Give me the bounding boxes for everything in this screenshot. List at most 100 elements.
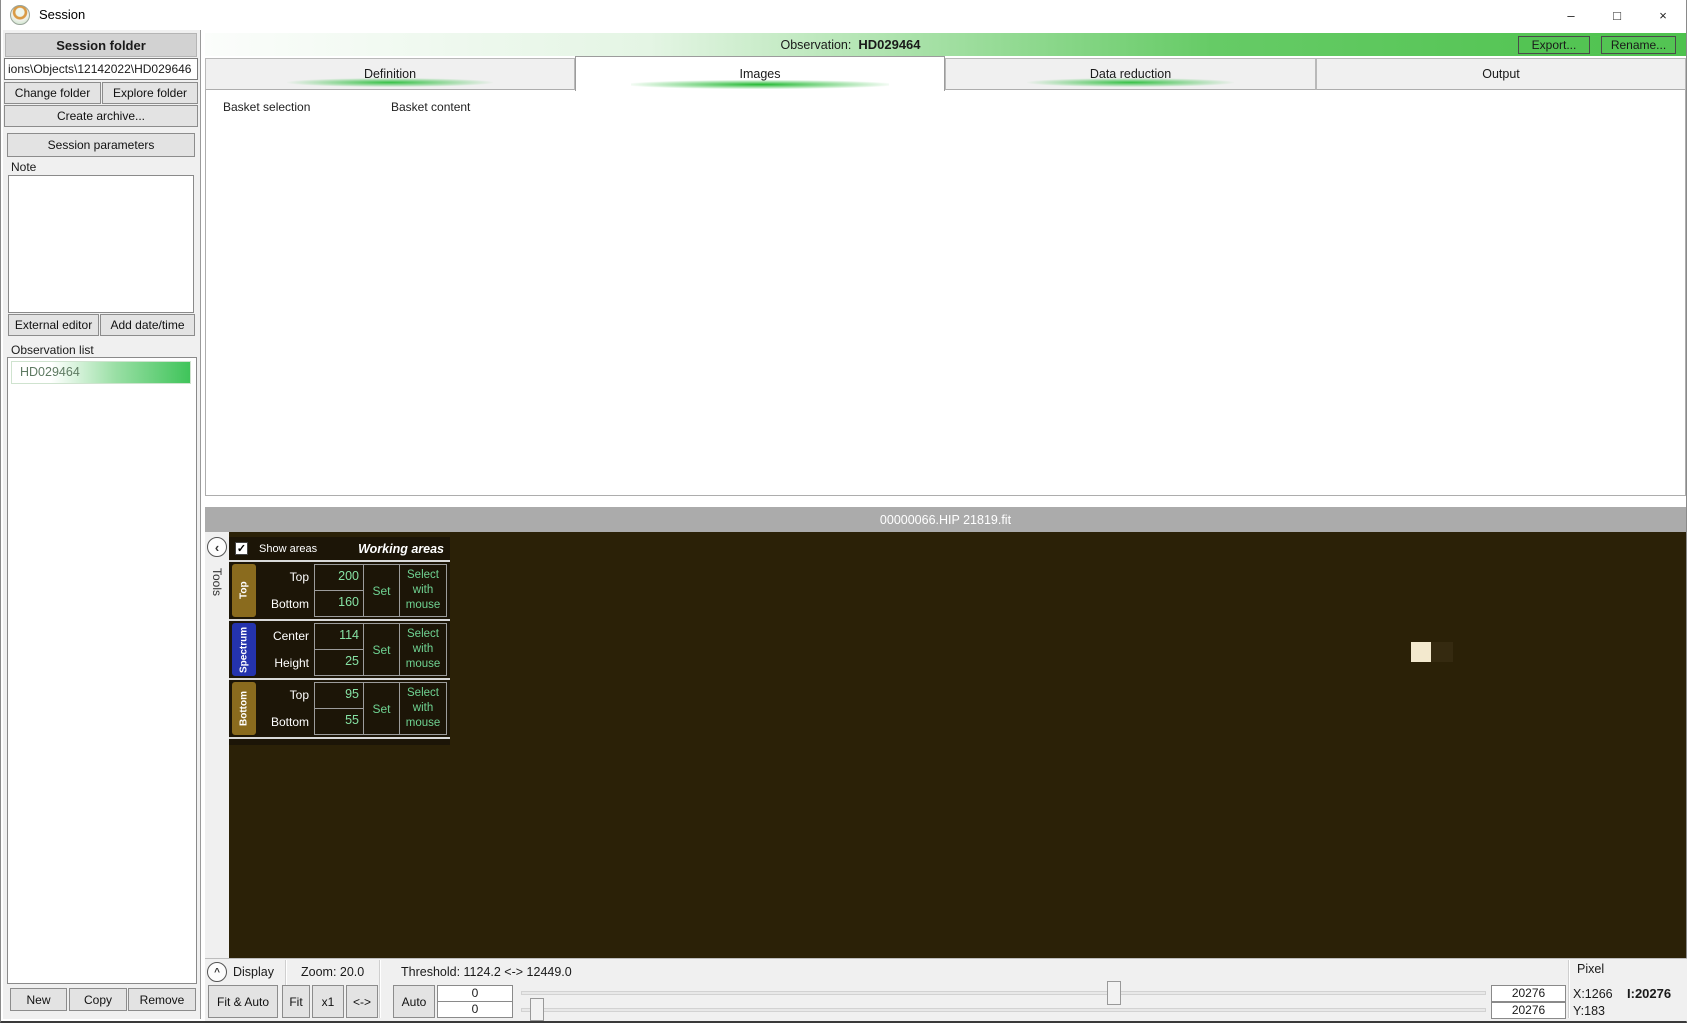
observation-header-bar: Observation: HD029464 (205, 33, 1686, 56)
tab-definition[interactable]: Definition (205, 58, 575, 90)
observation-value: HD029464 (858, 37, 921, 52)
wa-labels: Top Bottom (258, 564, 314, 617)
tab-output-label: Output (1482, 67, 1520, 81)
working-areas-panel: ✓ Show areas Working areas Top Top Botto… (229, 537, 450, 745)
wa-values: 200 160 (314, 564, 364, 617)
threshold-low-input[interactable]: 0 (437, 985, 513, 1002)
threshold-max-input[interactable]: 20276 (1491, 985, 1566, 1002)
show-areas-label: Show areas (259, 542, 318, 555)
working-area-row-top: Top Top Bottom 200 160 Set Select with m… (229, 562, 450, 621)
tab-green-smear (1027, 78, 1234, 87)
observation-list-label: Observation list (11, 343, 94, 357)
basket-content-label: Basket content (388, 100, 474, 114)
wa-values: 95 55 (314, 682, 364, 735)
wa-field-label: Top (289, 688, 309, 703)
fit-width-button[interactable]: <-> (346, 985, 378, 1018)
pixel-y-value: Y:183 (1573, 1004, 1605, 1018)
threshold-low-slider-thumb[interactable] (530, 998, 544, 1021)
change-folder-button[interactable]: Change folder (4, 82, 101, 104)
rename-button[interactable]: Rename... (1601, 36, 1676, 54)
new-observation-button[interactable]: New (10, 988, 67, 1011)
viewer-title-bar: 00000066.HIP 21819.fit (205, 507, 1686, 532)
copy-observation-button[interactable]: Copy (69, 988, 127, 1011)
collapse-tools-icon[interactable]: ‹ (207, 537, 227, 557)
fit-and-auto-button[interactable]: Fit & Auto (208, 985, 278, 1018)
observation-header-text: Observation: HD029464 (205, 33, 1496, 56)
session-window: Session – □ × Session folder ions\Object… (0, 0, 1687, 1023)
tab-images-label: Images (739, 67, 781, 81)
wa-field-label: Top (289, 570, 309, 585)
titlebar: Session – □ × (1, 0, 1686, 30)
session-folder-header: Session folder (5, 33, 197, 57)
minimize-icon[interactable]: – (1548, 0, 1594, 30)
wa-value-input[interactable]: 25 (314, 650, 364, 676)
wa-values: 114 25 (314, 623, 364, 676)
divider (1568, 960, 1569, 1018)
note-textarea[interactable] (8, 175, 194, 313)
pixel-section-label: Pixel (1577, 962, 1605, 976)
tools-vertical-label: Tools (210, 567, 224, 596)
wa-select-with-mouse-button[interactable]: Select with mouse (400, 564, 447, 617)
wa-value-input[interactable]: 200 (314, 564, 364, 591)
create-archive-button[interactable]: Create archive... (4, 105, 198, 127)
wa-tab-top[interactable]: Top (232, 564, 256, 617)
maximize-icon[interactable]: □ (1594, 0, 1640, 30)
observation-label: Observation: (780, 37, 852, 52)
zoom-x1-button[interactable]: x1 (312, 985, 344, 1018)
display-label: Display (233, 965, 274, 979)
tab-output[interactable]: Output (1316, 58, 1686, 90)
wa-set-button[interactable]: Set (364, 623, 400, 676)
wa-value-input[interactable]: 55 (314, 709, 364, 735)
observation-list: HD029464 (7, 357, 197, 984)
show-areas-checkbox[interactable]: ✓ (235, 542, 248, 555)
wa-select-with-mouse-button[interactable]: Select with mouse (400, 623, 447, 676)
window-title: Session (39, 7, 86, 22)
wa-select-with-mouse-button[interactable]: Select with mouse (400, 682, 447, 735)
external-editor-button[interactable]: External editor (8, 314, 99, 336)
wa-field-label: Height (274, 655, 309, 670)
fit-button[interactable]: Fit (282, 985, 310, 1018)
collapse-display-icon[interactable]: ^ (207, 962, 227, 982)
wa-field-label: Bottom (270, 596, 309, 611)
wa-set-button[interactable]: Set (364, 682, 400, 735)
wa-labels: Top Bottom (258, 682, 314, 735)
auto-threshold-button[interactable]: Auto (393, 985, 435, 1018)
threshold-high-slider-track[interactable] (521, 991, 1486, 995)
export-button[interactable]: Export... (1518, 36, 1590, 54)
working-areas-header: ✓ Show areas Working areas (229, 537, 450, 562)
session-parameters-button[interactable]: Session parameters (7, 133, 195, 157)
wa-value-input[interactable]: 114 (314, 623, 364, 650)
images-tab-page (205, 90, 1686, 496)
threshold-label: Threshold: 1124.2 <-> 12449.0 (401, 965, 572, 979)
remove-observation-button[interactable]: Remove (128, 988, 196, 1011)
wa-set-button[interactable]: Set (364, 564, 400, 617)
tab-green-smear (286, 78, 494, 87)
pixel-intensity-value: I:20276 (1627, 986, 1672, 1001)
threshold-low-slider-track[interactable] (521, 1008, 1486, 1012)
wa-tab-bottom[interactable]: Bottom (232, 682, 256, 735)
pixel-x-value: X:1266 (1573, 987, 1613, 1001)
tab-data-reduction[interactable]: Data reduction (945, 58, 1316, 90)
threshold-max-input2[interactable]: 20276 (1491, 1002, 1566, 1019)
basket-selection-label: Basket selection (220, 100, 314, 114)
wa-value-input[interactable]: 160 (314, 591, 364, 617)
bright-spectrum-pixel (1411, 642, 1431, 662)
explore-folder-button[interactable]: Explore folder (102, 82, 198, 104)
note-label: Note (11, 160, 37, 174)
threshold-high-input[interactable]: 0 (437, 1001, 513, 1018)
tab-images[interactable]: Images (575, 56, 945, 91)
divider (379, 960, 380, 1018)
zoom-level-label: Zoom: 20.0 (301, 965, 365, 979)
observation-list-item[interactable]: HD029464 (11, 361, 191, 384)
dim-spectrum-pixel (1431, 642, 1453, 662)
wa-tab-spectrum[interactable]: Spectrum (232, 623, 256, 676)
add-datetime-button[interactable]: Add date/time (100, 314, 195, 336)
window-controls: – □ × (1548, 0, 1686, 30)
working-area-row-bottom: Bottom Top Bottom 95 55 Set Select with … (229, 680, 450, 739)
working-areas-title: Working areas (358, 541, 444, 556)
close-icon[interactable]: × (1640, 0, 1686, 30)
wa-value-input[interactable]: 95 (314, 682, 364, 709)
threshold-high-slider-thumb[interactable] (1107, 981, 1121, 1005)
session-folder-path-input[interactable]: ions\Objects\12142022\HD029646 (4, 58, 198, 80)
sidebar: Session folder ions\Objects\12142022\HD0… (3, 30, 201, 1019)
